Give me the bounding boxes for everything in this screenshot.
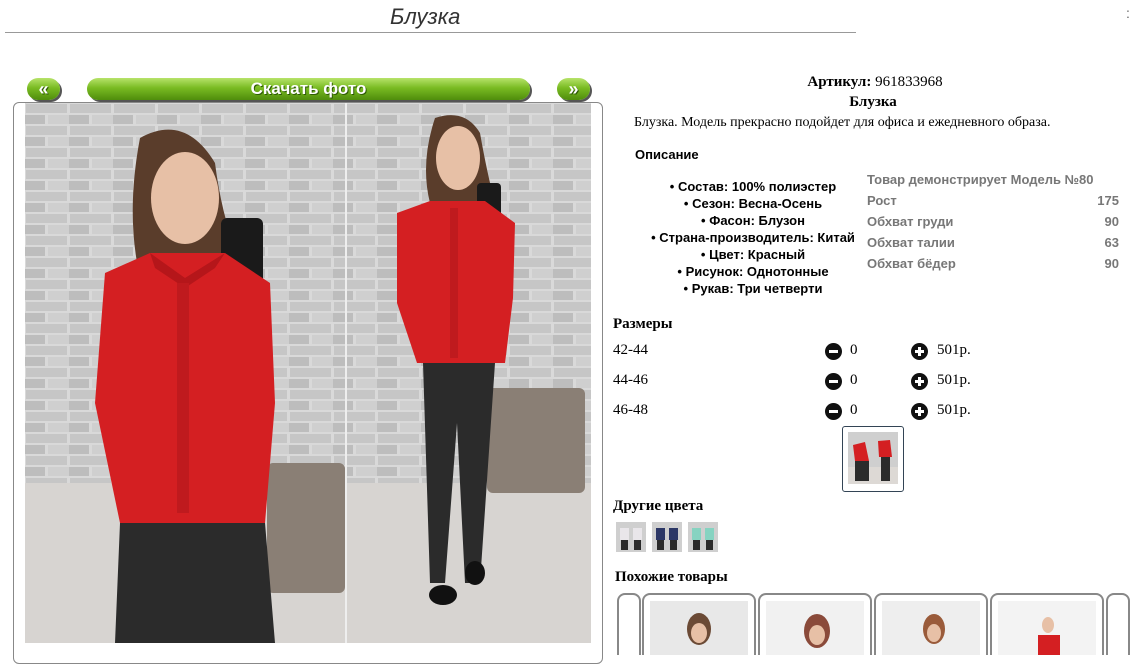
model-row-label: Обхват груди <box>867 214 954 229</box>
attribute-item: Сезон: Весна-Осень <box>628 195 878 212</box>
page-title: Блузка <box>390 4 461 29</box>
edge-mark: : <box>1126 5 1130 21</box>
similar-product-card[interactable] <box>758 593 872 655</box>
size-row: 44-46 0 501р. <box>613 370 1013 392</box>
product-name: Блузка <box>849 94 897 110</box>
attribute-item: Рукав: Три четверти <box>628 280 878 297</box>
minus-icon[interactable] <box>825 343 842 360</box>
attribute-list: Состав: 100% полиэстер Сезон: Весна-Осен… <box>628 178 878 297</box>
attribute-item: Фасон: Блузон <box>628 212 878 229</box>
attribute-item: Состав: 100% полиэстер <box>628 178 878 195</box>
model-row-label: Обхват бёдер <box>867 256 956 271</box>
previous-photo-button[interactable]: « <box>27 78 60 100</box>
color-variant-swatch <box>620 528 629 540</box>
color-variant-thumbnail[interactable] <box>688 522 718 552</box>
model-row-value: 90 <box>1104 256 1119 271</box>
model-row-label: Рост <box>867 193 897 208</box>
model-heading: Товар демонстрирует Модель №80 <box>867 171 1119 192</box>
article-value: 961833968 <box>875 74 943 90</box>
quantity-value: 0 <box>850 402 858 418</box>
model-heading-text: Товар демонстрирует Модель №80 <box>867 172 1094 187</box>
model-row-value: 63 <box>1104 235 1119 250</box>
product-photo[interactable] <box>25 103 591 643</box>
minus-icon[interactable] <box>825 403 842 420</box>
size-label: 44-46 <box>613 372 648 388</box>
model-row-value: 90 <box>1104 214 1119 229</box>
quantity-value: 0 <box>850 342 858 358</box>
color-variant-swatch <box>692 528 701 540</box>
description-heading: Описание <box>635 147 699 162</box>
plus-icon[interactable] <box>911 343 928 360</box>
minus-icon[interactable] <box>825 373 842 390</box>
download-photo-button[interactable]: Скачать фото <box>87 78 530 100</box>
similar-products-heading: Похожие товары <box>615 569 728 585</box>
title-divider <box>5 32 856 33</box>
model-row: Обхват бёдер 90 <box>867 255 1119 276</box>
size-row: 42-44 0 501р. <box>613 340 1013 362</box>
size-label: 42-44 <box>613 342 648 358</box>
model-row: Обхват груди 90 <box>867 213 1119 234</box>
model-row-label: Обхват талии <box>867 235 955 250</box>
size-label: 46-48 <box>613 402 648 418</box>
other-colors-heading: Другие цвета <box>613 498 704 514</box>
plus-icon[interactable] <box>911 373 928 390</box>
color-variant-swatch <box>669 528 678 540</box>
plus-icon[interactable] <box>911 403 928 420</box>
article-line: Артикул: 961833968 <box>640 74 1110 91</box>
price-value: 501р. <box>937 342 971 358</box>
model-row: Рост 175 <box>867 192 1119 213</box>
similar-product-card[interactable] <box>617 593 641 655</box>
similar-product-card[interactable] <box>874 593 988 655</box>
color-variant-thumbnail[interactable] <box>616 522 646 552</box>
attribute-item: Страна-производитель: Китай <box>628 229 878 246</box>
next-photo-button[interactable]: » <box>557 78 590 100</box>
similar-product-card[interactable] <box>1106 593 1130 655</box>
attribute-item: Рисунок: Однотонные <box>628 263 878 280</box>
color-variant-thumbnail[interactable] <box>652 522 682 552</box>
similar-product-card[interactable] <box>642 593 756 655</box>
attribute-item: Цвет: Красный <box>628 246 878 263</box>
size-row: 46-48 0 501р. <box>613 400 1013 422</box>
color-variant-swatch <box>633 528 642 540</box>
photo-thumbnail[interactable] <box>842 426 904 492</box>
similar-product-card[interactable] <box>990 593 1104 655</box>
color-variant-swatch <box>656 528 665 540</box>
model-row: Обхват талии 63 <box>867 234 1119 255</box>
sizes-heading: Размеры <box>613 316 673 332</box>
model-measurements: Товар демонстрирует Модель №80 Рост 175 … <box>867 171 1119 276</box>
price-value: 501р. <box>937 372 971 388</box>
price-value: 501р. <box>937 402 971 418</box>
product-description: Блузка. Модель прекрасно подойдет для оф… <box>634 115 1051 130</box>
color-variant-swatch <box>705 528 714 540</box>
article-label: Артикул: <box>807 74 872 90</box>
quantity-value: 0 <box>850 372 858 388</box>
model-row-value: 175 <box>1097 193 1119 208</box>
